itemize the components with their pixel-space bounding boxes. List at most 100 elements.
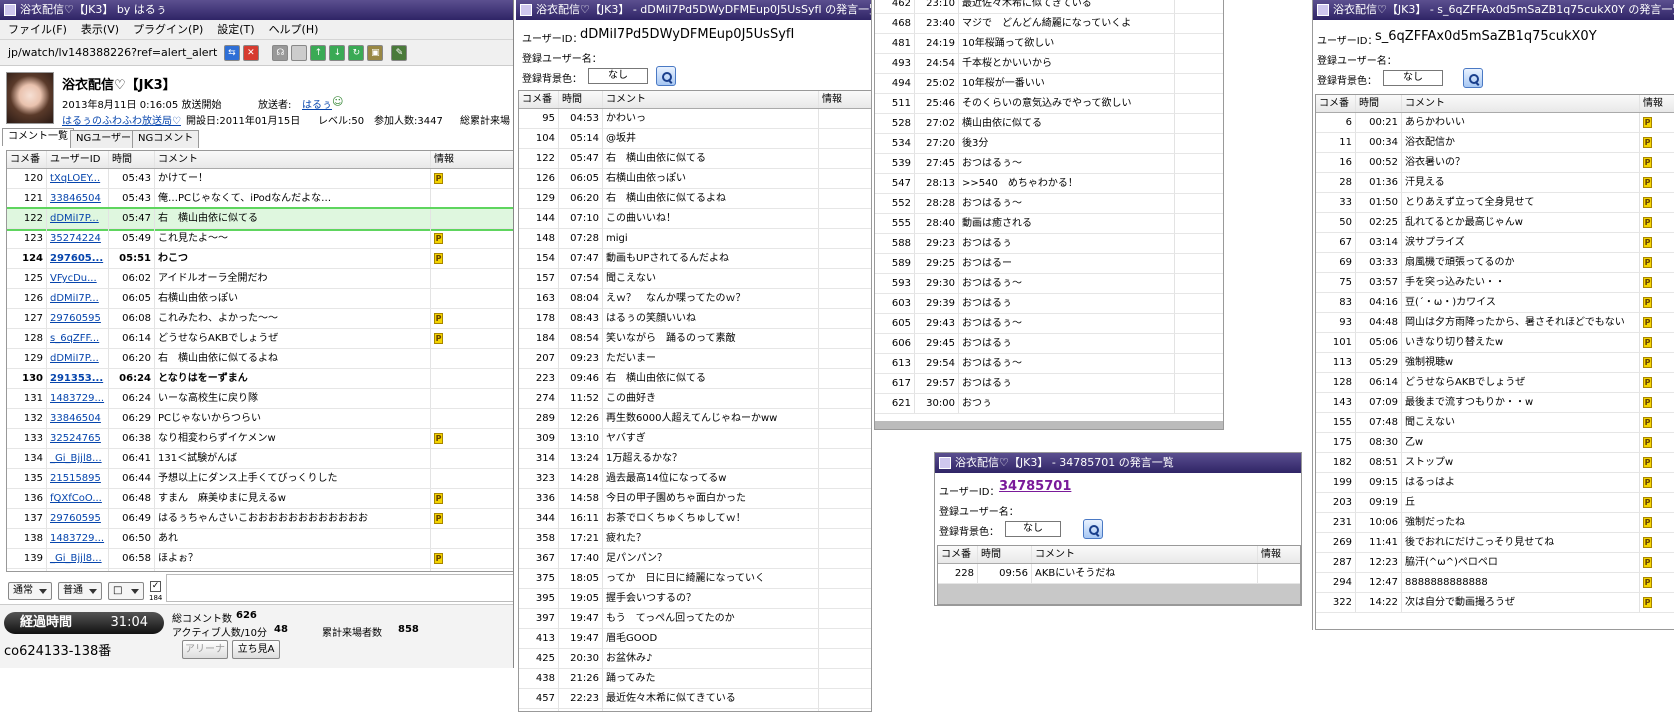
comment-row[interactable]: 203 09:19 丘 P [1316, 493, 1674, 513]
comment-row[interactable]: 494 25:02 10年桜が一番いい [875, 74, 1223, 94]
win4-col-time[interactable]: 時間 [1356, 95, 1402, 112]
comment-row[interactable]: 130 291353... 06:24 となりはをーずまん [7, 369, 513, 389]
community-link[interactable]: はるぅのふわふわ放送局♡ [62, 112, 181, 127]
user-id-link[interactable]: dDMiI7P... [47, 289, 109, 308]
user-id-link[interactable]: 35274224 [47, 229, 109, 248]
user-id-link[interactable]: 29760595 [47, 509, 109, 528]
comment-row[interactable]: 175 08:30 乙w P [1316, 433, 1674, 453]
comment-row[interactable]: 606 29:45 おつはるぅ [875, 334, 1223, 354]
tab-comments[interactable]: コメント一覧 [2, 128, 74, 146]
comment-row[interactable]: 528 27:02 横山由依に似てる [875, 114, 1223, 134]
comment-row[interactable]: 588 29:23 おつはるぅ [875, 234, 1223, 254]
comment-row[interactable]: 148 07:28 migi [519, 229, 871, 249]
arena-button[interactable]: アリーナ [182, 640, 228, 659]
arrow-down-icon[interactable]: ↓ [329, 45, 346, 61]
comment-row[interactable]: 138 1483729... 06:50 あれ [7, 529, 513, 549]
win2-col-comment[interactable]: コメント [603, 91, 819, 108]
comment-row[interactable]: 621 30:00 おつぅ [875, 394, 1223, 414]
comment-row[interactable]: 113 05:29 強制視聴w P [1316, 353, 1674, 373]
col-time[interactable]: 時間 [109, 151, 155, 168]
comment-row[interactable]: 93 04:48 岡山は夕方雨降ったから、暑さそれほどでもない P [1316, 313, 1674, 333]
comment-row[interactable]: 397 19:47 もう てっぺん回ってたのか [519, 609, 871, 629]
win2-col-info[interactable]: 情報 [819, 91, 871, 108]
menu-view[interactable]: 表示(V) [81, 23, 119, 36]
comment-row[interactable]: 552 28:28 おつはるぅ～ [875, 194, 1223, 214]
comment-row[interactable]: 95 04:53 かわいっ [519, 109, 871, 129]
user-id-link[interactable]: 35153081 [47, 569, 109, 571]
user-id-link[interactable]: 32524765 [47, 429, 109, 448]
comment-row[interactable]: 1403515308106:59上手だね [7, 569, 513, 571]
comment-row[interactable]: 128 06:14 どうせならAKBでしょうぜ P [1316, 373, 1674, 393]
win4-search-button[interactable] [1463, 68, 1483, 88]
comment-row[interactable]: 269 11:41 後でおれにだけこっそり見せてね P [1316, 533, 1674, 553]
comment-row[interactable]: 163 08:04 えｗ？ なんか喋ってたのｗ？ [519, 289, 871, 309]
refresh-icon[interactable]: ↻ [348, 45, 365, 61]
user-id-link[interactable]: tXqLOEY... [47, 169, 109, 188]
size-combo[interactable]: 普通 [58, 582, 102, 600]
win3-uid[interactable]: 34785701 [999, 479, 1071, 494]
win3-col-info[interactable]: 情報 [1258, 546, 1300, 563]
comment-row[interactable]: 122 05:47 右 横山由依に似てる [519, 149, 871, 169]
comment-row[interactable]: 199 09:15 はるっはよ P [1316, 473, 1674, 493]
comment-row[interactable]: 28 01:36 汗見える P [1316, 173, 1674, 193]
comment-row[interactable]: 133 32524765 06:38 なり相変わらずイケメンw P [7, 429, 513, 449]
menu-plugin[interactable]: プラグイン(P) [133, 23, 203, 36]
comment-row[interactable]: 129 dDMiI7P... 06:20 右 横山由依に似てるよね [7, 349, 513, 369]
comment-row[interactable]: 122 dDMiI7P... 05:47 右 横山由依に似てる [7, 207, 513, 231]
win3-col-time[interactable]: 時間 [978, 546, 1032, 563]
comment-row[interactable]: 603 29:39 おつはるぅ [875, 294, 1223, 314]
comment-input[interactable] [166, 574, 513, 602]
win4-title-bar[interactable]: 浴衣配信♡【JK3】 - s_6qZFFAx0d5mSaZB1q75cukX0Y… [1313, 0, 1674, 20]
comment-row[interactable]: 228 09:56 AKBにいそうだね [938, 564, 1300, 584]
comment-row[interactable]: 425 20:30 お盆休み♪ [519, 649, 871, 669]
user-id-link[interactable]: 29760595 [47, 309, 109, 328]
user-id-link[interactable]: fQXfCoO... [47, 489, 109, 508]
comment-row[interactable]: 309 13:10 ヤバすぎ [519, 429, 871, 449]
comment-row[interactable]: 547 28:13 >>540 めちゃわかる！ [875, 174, 1223, 194]
comment-row[interactable]: 136 fQXfCoO... 06:48 すまん 麻美ゆまに見えるw P [7, 489, 513, 509]
win2-bg-field[interactable]: なし [588, 68, 648, 84]
col-info[interactable]: 情報 [431, 151, 513, 168]
win3-search-button[interactable] [1083, 519, 1103, 539]
comment-row[interactable]: 395 19:05 握手会いつするの？ [519, 589, 871, 609]
win2-title-bar[interactable]: 浴衣配信♡【JK3】 - dDMiI7Pd5DWyDFMEup0J5UsSyfI… [516, 0, 871, 20]
comment-row[interactable]: 358 17:21 疲れた？ [519, 529, 871, 549]
comment-row[interactable]: 121 33846504 05:43 俺…PCじゃなくて、iPodなんだよな… [7, 189, 513, 209]
comment-row[interactable]: 314 13:24 1万超えるかな？ [519, 449, 871, 469]
comment-row[interactable]: 120 tXqLOEY... 05:43 かけてー！ P [7, 169, 513, 189]
comment-row[interactable]: 137 29760595 06:49 はるぅちゃんさいこおおおおおおおおおおおお P [7, 509, 513, 529]
comment-row[interactable]: 322 14:22 次は自分で動画撮ろうぜ P [1316, 593, 1674, 613]
win4-bg-field[interactable]: なし [1383, 70, 1443, 86]
user-id-link[interactable]: s_6qZFF... [47, 329, 109, 348]
comment-row[interactable]: 511 25:46 そのくらいの意気込みでやって欲しい [875, 94, 1223, 114]
comment-row[interactable]: 468 23:40 マジで どんどん綺麗になっていくよ [875, 14, 1223, 34]
win3-bg-field[interactable]: なし [1005, 521, 1061, 537]
comment-row[interactable]: 178 08:43 はるぅの笑顔いいね [519, 309, 871, 329]
menu-file[interactable]: ファイル(F) [8, 23, 67, 36]
command-combo[interactable]: 通常 [8, 582, 52, 600]
comment-row[interactable]: 155 07:48 聞こえない P [1316, 413, 1674, 433]
menu-settings[interactable]: 設定(T) [217, 23, 254, 36]
comment-row[interactable]: 344 16:11 お茶でロくちゅくちゅしてｗ！ [519, 509, 871, 529]
comment-row[interactable]: 367 17:40 足パンパン？ [519, 549, 871, 569]
comment-row[interactable]: 129 06:20 右 横山由依に似てるよね [519, 189, 871, 209]
tab-ng-users[interactable]: NGユーザー [70, 130, 138, 148]
plugin-icon[interactable]: ✎ [391, 45, 408, 61]
box-icon[interactable]: ▣ [367, 45, 384, 61]
win3-col-no[interactable]: コメ番 [938, 546, 978, 563]
window-icon[interactable] [291, 45, 308, 61]
user-id-link[interactable]: 297605... [47, 249, 109, 268]
comment-row[interactable]: 457 22:23 最近佐々木希に似てきている [519, 689, 871, 709]
win4-col-no[interactable]: コメ番 [1316, 95, 1356, 112]
caster-link[interactable]: はるぅ [302, 96, 332, 111]
col-comment[interactable]: コメント [155, 151, 431, 168]
comment-row[interactable]: 135 21515895 06:44 予想以上にダンス上手くてびっくりした [7, 469, 513, 489]
tab-ng-comments[interactable]: NGコメント [132, 130, 200, 148]
user-id-link[interactable]: dDMiI7P... [47, 349, 109, 368]
comment-row[interactable]: 104 05:14 @坂井 [519, 129, 871, 149]
comment-row[interactable]: 139 _Gi_Bjjl8... 06:58 ほよぉ？ P [7, 549, 513, 569]
comment-row[interactable]: 33 01:50 とりあえず立って全身見せて P [1316, 193, 1674, 213]
comment-row[interactable]: 134 _Gi_Bjjl8... 06:41 131＜試験がんば [7, 449, 513, 469]
win4-col-info[interactable]: 情報 [1640, 95, 1674, 112]
comment-row[interactable]: 69 03:33 扇風機で頑張ってるのか P [1316, 253, 1674, 273]
